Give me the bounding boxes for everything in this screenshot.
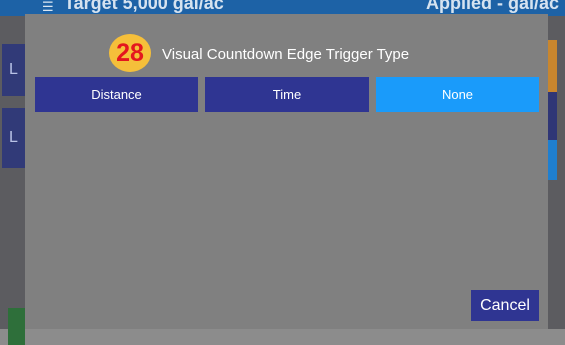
dialog-title: Visual Countdown Edge Trigger Type: [162, 46, 410, 63]
target-rate-label: Target 5,000 gal/ac: [64, 0, 224, 13]
background-right-orange-tile: [548, 40, 557, 96]
step-number-badge: 28: [109, 34, 151, 72]
hamburger-icon[interactable]: ☰: [42, 0, 54, 13]
dialog-title-row: 28 Visual Countdown Edge Trigger Type: [25, 34, 548, 72]
edge-trigger-type-dialog: 28 Visual Countdown Edge Trigger Type Di…: [25, 14, 548, 329]
background-left-panel: L L: [0, 16, 25, 345]
background-right-panel: [548, 16, 565, 329]
option-time-button[interactable]: Time: [205, 77, 369, 112]
background-left-tile: L: [2, 108, 25, 168]
background-left-green-tile: [8, 308, 25, 345]
background-left-tile: L: [2, 44, 25, 96]
option-none-button[interactable]: None: [376, 77, 539, 112]
background-right-blue-tile: [548, 140, 557, 180]
applied-rate-label: Applied - gal/ac: [426, 0, 560, 13]
cancel-button[interactable]: Cancel: [471, 290, 539, 321]
option-distance-button[interactable]: Distance: [35, 77, 198, 112]
